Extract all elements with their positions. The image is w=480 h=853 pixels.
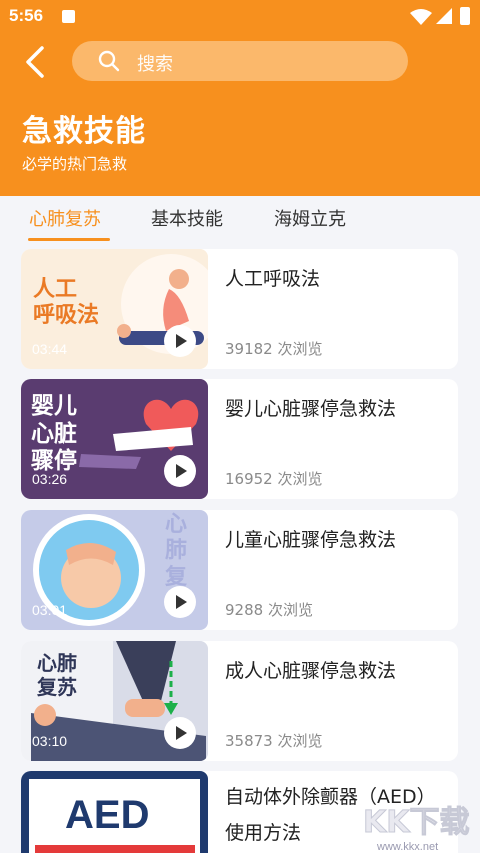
thumbnail-cover-text: 人工 呼吸法 (33, 277, 100, 329)
thumbnail-cover-text: 心肺复 (165, 512, 188, 590)
play-icon[interactable] (164, 325, 196, 357)
header: 5:56 搜索 急救技能 必学的热门急救 (0, 0, 480, 196)
video-title: 人工呼吸法 (225, 268, 321, 290)
video-thumbnail[interactable]: 心肺 复苏 03:10 (21, 641, 208, 761)
video-card[interactable]: 婴儿 心脏 骤停 03:26 婴儿心脏骤停急救法 16952 次浏览 (21, 379, 458, 499)
active-tab-indicator (28, 238, 110, 241)
status-time: 5:56 (9, 6, 44, 25)
video-thumbnail[interactable]: 人工 呼吸法 03:44 (21, 249, 208, 369)
status-bar: 5:56 (0, 0, 480, 32)
view-count: 16952 次浏览 (225, 470, 323, 488)
thumbnail-cover-text: 婴儿 心脏 骤停 (31, 393, 77, 475)
thumbnail-cover-text: 心肺 复苏 (37, 651, 77, 699)
back-arrow-icon[interactable] (22, 44, 48, 80)
video-title: 儿童心脏骤停急救法 (225, 529, 397, 551)
video-duration: 03:10 (32, 733, 68, 749)
search-placeholder: 搜索 (137, 54, 173, 75)
battery-icon (460, 7, 470, 25)
video-duration: 03:26 (32, 471, 68, 487)
page-title: 急救技能 (22, 114, 146, 149)
signal-icon (436, 8, 452, 24)
thumbnail-cover-text: AED (65, 793, 150, 837)
wifi-icon (410, 9, 432, 25)
tab-cpr[interactable]: 心肺复苏 (29, 205, 101, 231)
tab-basic-skills[interactable]: 基本技能 (151, 205, 223, 231)
video-title: 婴儿心脏骤停急救法 (225, 398, 397, 420)
sim-icon (62, 10, 75, 23)
video-card[interactable]: 心肺复 03:01 儿童心脏骤停急救法 9288 次浏览 (21, 510, 458, 630)
svg-text:www.kkx.net: www.kkx.net (376, 841, 438, 853)
video-duration: 03:01 (32, 602, 68, 618)
video-card[interactable]: 人工 呼吸法 03:44 人工呼吸法 39182 次浏览 (21, 249, 458, 369)
video-thumbnail[interactable]: 婴儿 心脏 骤停 03:26 (21, 379, 208, 499)
play-icon[interactable] (164, 455, 196, 487)
play-icon[interactable] (164, 717, 196, 749)
play-icon[interactable] (164, 586, 196, 618)
view-count: 39182 次浏览 (225, 340, 323, 358)
video-duration: 03:44 (32, 341, 68, 357)
category-tabs: 心肺复苏 基本技能 海姆立克 (0, 196, 480, 244)
svg-text:KK下载: KK下载 (363, 805, 470, 840)
video-title: 成人心脏骤停急救法 (225, 660, 397, 682)
video-card[interactable]: 心肺 复苏 03:10 成人心脏骤停急救法 35873 次浏览 (21, 641, 458, 761)
video-thumbnail[interactable]: 心肺复 03:01 (21, 510, 208, 630)
tab-heimlich[interactable]: 海姆立克 (274, 205, 346, 231)
search-bar[interactable]: 搜索 (72, 41, 408, 81)
search-icon (98, 50, 120, 72)
video-thumbnail[interactable]: AED (21, 771, 208, 853)
watermark-logo: KK下载 www.kkx.net (363, 805, 471, 853)
page-subtitle: 必学的热门急救 (22, 155, 128, 173)
view-count: 9288 次浏览 (225, 601, 313, 619)
view-count: 35873 次浏览 (225, 732, 323, 750)
